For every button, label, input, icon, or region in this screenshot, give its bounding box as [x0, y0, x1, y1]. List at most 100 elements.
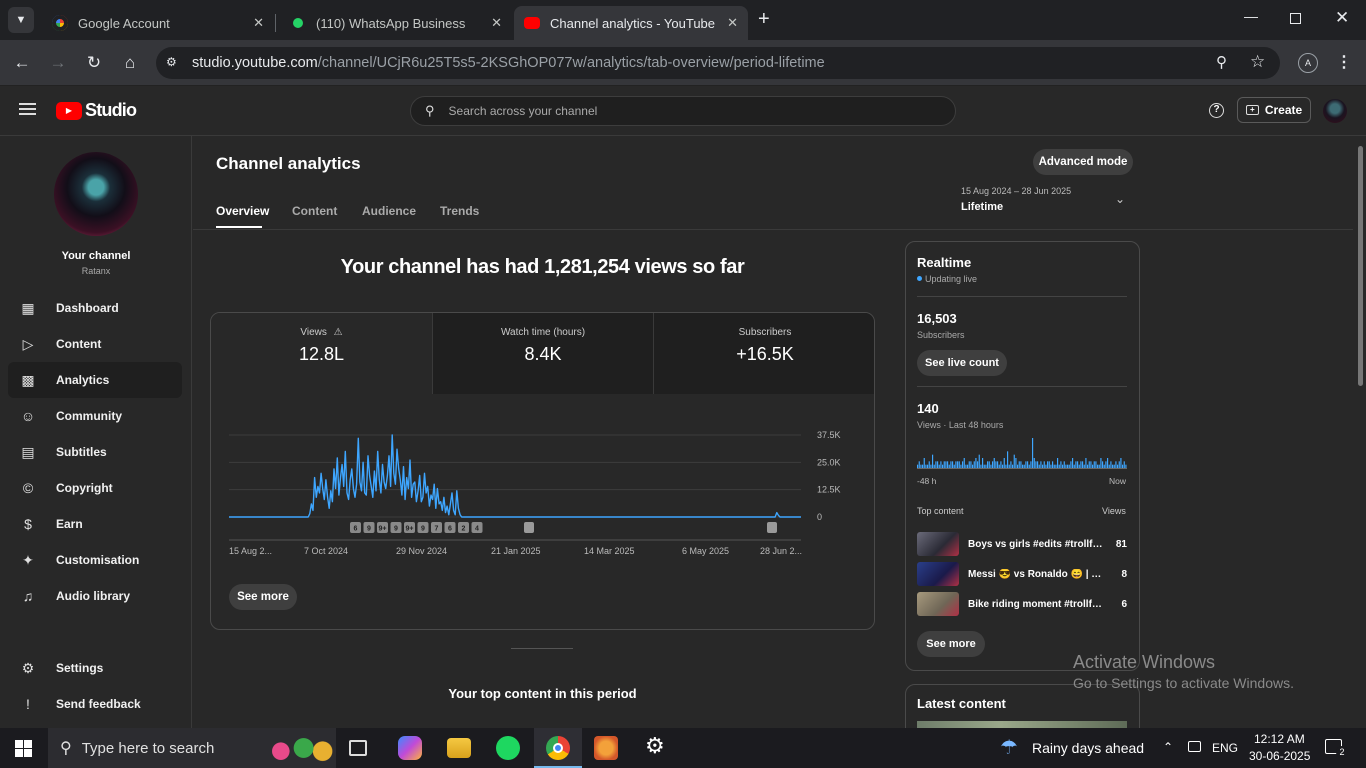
- realtime-bar[interactable]: [1060, 461, 1062, 468]
- tab-whatsapp[interactable]: (110) WhatsApp Business ✕: [276, 6, 512, 40]
- realtime-bar[interactable]: [958, 461, 960, 468]
- realtime-bar[interactable]: [948, 464, 950, 468]
- window-close-button[interactable]: ✕: [1335, 8, 1349, 28]
- realtime-bar[interactable]: [1052, 461, 1054, 468]
- top-content-row[interactable]: Messi 😎 vs Ronaldo 😄 | wh… 8: [917, 562, 1127, 586]
- address-bar[interactable]: ⚙ studio.youtube.com/channel/UCjR6u25T5s…: [156, 47, 1280, 79]
- realtime-bar[interactable]: [995, 461, 997, 468]
- minimize-button[interactable]: —: [1244, 8, 1258, 24]
- realtime-bar[interactable]: [925, 464, 927, 468]
- clock-date[interactable]: 30-06-2025: [1249, 749, 1310, 763]
- realtime-bar[interactable]: [930, 464, 932, 468]
- realtime-bar[interactable]: [1092, 464, 1094, 468]
- home-button[interactable]: ⌂: [120, 53, 140, 73]
- realtime-bar[interactable]: [1033, 458, 1035, 468]
- metric-subscribers[interactable]: Subscribers +16.5K: [653, 313, 874, 394]
- bookmark-star-icon[interactable]: ☆: [1250, 52, 1265, 72]
- scrollbar-thumb[interactable]: [1358, 146, 1363, 386]
- studio-logo[interactable]: ▶ Studio: [56, 100, 137, 121]
- browser-menu-icon[interactable]: ⋮: [1336, 52, 1352, 72]
- realtime-bar[interactable]: [977, 461, 979, 468]
- realtime-bar[interactable]: [1057, 458, 1059, 468]
- restore-button[interactable]: [1290, 13, 1301, 24]
- realtime-bar[interactable]: [1025, 461, 1027, 468]
- realtime-bar[interactable]: [1062, 464, 1064, 468]
- realtime-bar[interactable]: [1097, 464, 1099, 468]
- sidebar-item-audio-library[interactable]: ♫ Audio library: [8, 578, 182, 614]
- tab-audience[interactable]: Audience: [362, 204, 416, 218]
- settings-gear-icon[interactable]: ⚙: [645, 733, 665, 759]
- realtime-bar[interactable]: [987, 461, 989, 468]
- realtime-bar[interactable]: [947, 461, 949, 468]
- realtime-bar[interactable]: [1080, 461, 1082, 468]
- realtime-bar[interactable]: [1088, 461, 1090, 468]
- realtime-bar[interactable]: [973, 461, 975, 468]
- reload-button[interactable]: ↻: [84, 53, 104, 73]
- sidebar-item-send-feedback[interactable]: ! Send feedback: [8, 686, 182, 722]
- realtime-bar[interactable]: [980, 464, 982, 468]
- advanced-mode-button[interactable]: Advanced mode: [1033, 149, 1133, 175]
- realtime-bar[interactable]: [923, 458, 925, 468]
- weather-text[interactable]: Rainy days ahead: [1032, 740, 1144, 756]
- realtime-bar[interactable]: [1048, 461, 1050, 468]
- tab-trends[interactable]: Trends: [440, 204, 479, 218]
- realtime-bar[interactable]: [1037, 461, 1039, 468]
- clock-time[interactable]: 12:12 AM: [1254, 732, 1305, 746]
- realtime-bar[interactable]: [967, 464, 969, 468]
- realtime-bar[interactable]: [1075, 461, 1077, 468]
- realtime-bar[interactable]: [950, 461, 952, 468]
- realtime-bar[interactable]: [938, 464, 940, 468]
- tab-content[interactable]: Content: [292, 204, 337, 218]
- realtime-bar[interactable]: [1103, 464, 1105, 468]
- sidebar-item-dashboard[interactable]: ▦ Dashboard: [8, 290, 182, 326]
- profile-avatar-icon[interactable]: A: [1298, 53, 1318, 73]
- realtime-bar[interactable]: [918, 461, 920, 468]
- sidebar-item-subtitles[interactable]: ▤ Subtitles: [8, 434, 182, 470]
- realtime-bar[interactable]: [1045, 464, 1047, 468]
- realtime-bar[interactable]: [993, 458, 995, 468]
- shorts-marker-icon[interactable]: [524, 522, 534, 533]
- realtime-bar[interactable]: [1007, 451, 1009, 468]
- realtime-bar[interactable]: [1027, 461, 1029, 468]
- tray-chevron-up-icon[interactable]: ⌃: [1163, 740, 1173, 754]
- metric-watch-time[interactable]: Watch time (hours) 8.4K: [432, 313, 653, 394]
- realtime-bar[interactable]: [1082, 461, 1084, 468]
- spotify-icon[interactable]: [496, 736, 520, 760]
- views-series-line[interactable]: [229, 434, 801, 518]
- top-content-row[interactable]: Boys vs girls #edits #trollface… 81: [917, 532, 1127, 556]
- realtime-bar[interactable]: [1055, 464, 1057, 468]
- realtime-bar[interactable]: [1117, 464, 1119, 468]
- language-indicator[interactable]: ENG: [1212, 741, 1238, 755]
- views-line-chart[interactable]: 37.5K 25.0K 12.5K 0 15 Aug 2... 7 Oct 2024 29 …: [211, 395, 875, 565]
- help-icon[interactable]: ?: [1209, 103, 1224, 118]
- realtime-bar[interactable]: [1020, 461, 1022, 468]
- realtime-bar[interactable]: [1053, 464, 1055, 468]
- realtime-bar[interactable]: [1095, 461, 1097, 468]
- realtime-bar[interactable]: [1107, 458, 1109, 468]
- realtime-bar[interactable]: [917, 464, 919, 468]
- realtime-bar[interactable]: [982, 458, 984, 468]
- realtime-bar[interactable]: [978, 454, 980, 468]
- realtime-bar[interactable]: [920, 464, 922, 468]
- realtime-bar[interactable]: [960, 464, 962, 468]
- realtime-bar[interactable]: [957, 461, 959, 468]
- close-icon[interactable]: ✕: [253, 15, 264, 31]
- realtime-bar[interactable]: [1063, 461, 1065, 468]
- realtime-bar[interactable]: [953, 464, 955, 468]
- realtime-bar[interactable]: [928, 461, 930, 468]
- realtime-bar[interactable]: [1000, 461, 1002, 468]
- realtime-bar[interactable]: [1005, 464, 1007, 468]
- tab-overview[interactable]: Overview: [216, 204, 269, 218]
- realtime-bar[interactable]: [1120, 458, 1122, 468]
- realtime-bar[interactable]: [1078, 464, 1080, 468]
- realtime-bar[interactable]: [940, 461, 942, 468]
- network-icon[interactable]: [1188, 741, 1201, 752]
- see-live-count-button[interactable]: See live count: [917, 350, 1007, 376]
- realtime-bar[interactable]: [1093, 461, 1095, 468]
- realtime-bar[interactable]: [932, 454, 934, 468]
- realtime-bar[interactable]: [1003, 458, 1005, 468]
- realtime-bar[interactable]: [935, 461, 937, 468]
- task-view-icon[interactable]: [349, 740, 367, 756]
- realtime-bar[interactable]: [1118, 461, 1120, 468]
- realtime-bar[interactable]: [1122, 464, 1124, 468]
